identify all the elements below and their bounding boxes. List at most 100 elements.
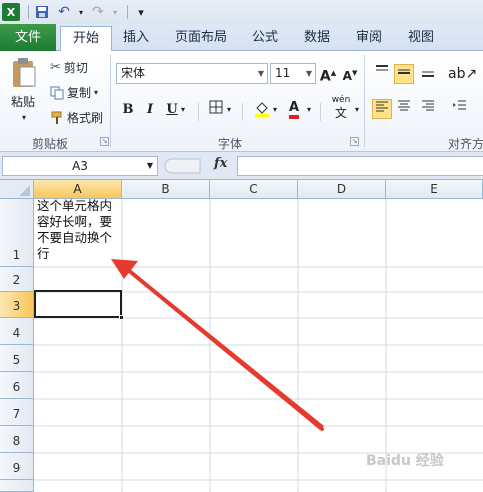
alignment-group-label: 对齐方 (448, 137, 483, 151)
align-center-icon (398, 100, 410, 111)
row-header-7[interactable]: 7 (0, 399, 34, 426)
column-header-b[interactable]: B (122, 180, 210, 199)
font-color-dropdown-icon[interactable]: ▾ (304, 100, 314, 120)
undo-dropdown-icon[interactable]: ▾ (77, 3, 85, 21)
align-top-button[interactable] (372, 64, 392, 84)
font-color-icon: A (288, 101, 300, 119)
copy-icon (50, 86, 64, 99)
grow-font-icon: A (319, 68, 331, 85)
paste-button[interactable] (8, 57, 40, 89)
shrink-font-button[interactable]: A▼ (340, 63, 360, 83)
row-header-5[interactable]: 5 (0, 345, 34, 372)
watermark: Baidu 经验 (366, 453, 444, 469)
chevron-down-icon: ▼ (305, 69, 312, 78)
name-box[interactable]: A3 ▼ (2, 156, 158, 176)
cell-a1[interactable]: 这个单元格内容好长啊，要不要自动换个行 (37, 198, 121, 262)
phonetic-dropdown-icon[interactable]: ▾ (352, 100, 362, 120)
row-header-6[interactable]: 6 (0, 372, 34, 399)
paste-dropdown-icon[interactable]: ▾ (22, 113, 26, 122)
column-header-e[interactable]: E (386, 180, 483, 199)
align-left-button[interactable] (372, 99, 392, 119)
align-middle-button[interactable] (394, 64, 414, 84)
orientation-icon: ab↗ (448, 66, 478, 82)
customize-toolbar-icon[interactable]: ▾ (132, 3, 150, 21)
paste-label[interactable]: 粘贴 (11, 93, 35, 110)
borders-dropdown-icon[interactable]: ▾ (224, 100, 234, 120)
tab-formulas[interactable]: 公式 (246, 26, 284, 51)
excel-icon[interactable]: X (2, 3, 20, 21)
row-header-10[interactable] (0, 480, 34, 492)
align-middle-icon (398, 69, 410, 74)
formula-input[interactable] (237, 156, 483, 176)
row-header-8[interactable]: 8 (0, 426, 34, 453)
column-header-c[interactable]: C (210, 180, 298, 199)
tab-home[interactable]: 开始 (60, 26, 112, 51)
name-box-value: A3 (72, 159, 88, 173)
clipboard-launcher-icon[interactable]: ↘ (100, 137, 109, 146)
tab-page-layout[interactable]: 页面布局 (170, 26, 232, 51)
tab-view[interactable]: 视图 (402, 26, 440, 51)
tab-review[interactable]: 审阅 (350, 26, 388, 51)
redo-icon[interactable]: ↷ (89, 3, 107, 21)
format-painter-button[interactable]: 格式刷 (50, 109, 103, 126)
fill-color-button[interactable] (252, 100, 272, 120)
row-header-1[interactable]: 1 (0, 199, 34, 267)
borders-button[interactable] (206, 100, 226, 120)
underline-dropdown-icon[interactable]: ▾ (178, 100, 188, 120)
align-center-button[interactable] (394, 99, 414, 119)
ribbon: 粘贴 ▾ ✂ 剪切 复制 ▾ 格式刷 剪贴板 ↘ 宋体 ▼ 11 ▼ A▲ A▼… (0, 51, 483, 152)
divider (198, 103, 199, 121)
select-all-corner[interactable] (0, 180, 34, 199)
formula-bar: A3 ▼ fx (0, 152, 483, 180)
orientation-button[interactable]: ab↗ (448, 64, 477, 84)
cut-button[interactable]: ✂ 剪切 (50, 59, 88, 76)
shrink-font-icon: A (342, 69, 352, 83)
font-launcher-icon[interactable]: ↘ (350, 137, 359, 146)
formula-bar-resize-icon[interactable] (162, 157, 202, 175)
cut-label: 剪切 (63, 61, 88, 75)
phonetic-pinyin: wén (331, 95, 351, 105)
fill-handle[interactable] (119, 315, 124, 320)
copy-dropdown-icon[interactable]: ▾ (94, 88, 98, 97)
italic-button[interactable]: I (140, 100, 160, 120)
column-header-d[interactable]: D (298, 180, 386, 199)
font-size-value: 11 (275, 66, 291, 80)
divider (110, 55, 111, 147)
tab-data[interactable]: 数据 (298, 26, 336, 51)
row-header-2[interactable]: 2 (0, 267, 34, 292)
column-header-a[interactable]: A (34, 180, 122, 199)
save-icon[interactable] (33, 3, 51, 21)
indent-button[interactable] (450, 99, 470, 119)
ribbon-tabs: 文件 开始 插入 页面布局 公式 数据 审阅 视图 (0, 24, 483, 51)
align-bottom-icon (422, 71, 434, 77)
row-header-3[interactable]: 3 (0, 292, 34, 318)
scissors-icon: ✂ (50, 60, 61, 75)
tab-file[interactable]: 文件 (0, 24, 56, 51)
phonetic-button[interactable]: wén 文 (328, 95, 354, 123)
bold-button[interactable]: B (118, 100, 138, 120)
row-header-9[interactable]: 9 (0, 453, 34, 480)
font-color-button[interactable]: A (284, 98, 304, 119)
fill-bucket-icon (255, 102, 269, 117)
paste-icon (13, 58, 36, 87)
phonetic-char: 文 (334, 106, 347, 120)
align-bottom-button[interactable] (418, 64, 438, 84)
divider (242, 103, 243, 121)
borders-icon (209, 100, 223, 114)
font-group-label: 字体 (217, 137, 242, 151)
tab-insert[interactable]: 插入 (116, 26, 156, 51)
active-cell-a3[interactable] (34, 290, 122, 318)
grow-font-button[interactable]: A▲ (318, 63, 338, 85)
font-name-select[interactable]: 宋体 ▼ (116, 63, 268, 84)
undo-icon[interactable]: ↶ (55, 3, 73, 21)
font-size-select[interactable]: 11 ▼ (270, 63, 316, 84)
copy-button[interactable]: 复制 ▾ (50, 84, 98, 101)
redo-dropdown-icon[interactable]: ▾ (111, 3, 119, 21)
insert-function-button[interactable]: fx (214, 156, 227, 171)
row-header-4[interactable]: 4 (0, 318, 34, 345)
align-right-button[interactable] (418, 99, 438, 119)
fill-color-dropdown-icon[interactable]: ▾ (270, 100, 280, 120)
divider (320, 103, 321, 121)
chevron-down-icon: ▼ (146, 161, 153, 170)
quick-access-toolbar: X ↶ ▾ ↷ ▾ ▾ (0, 0, 483, 24)
